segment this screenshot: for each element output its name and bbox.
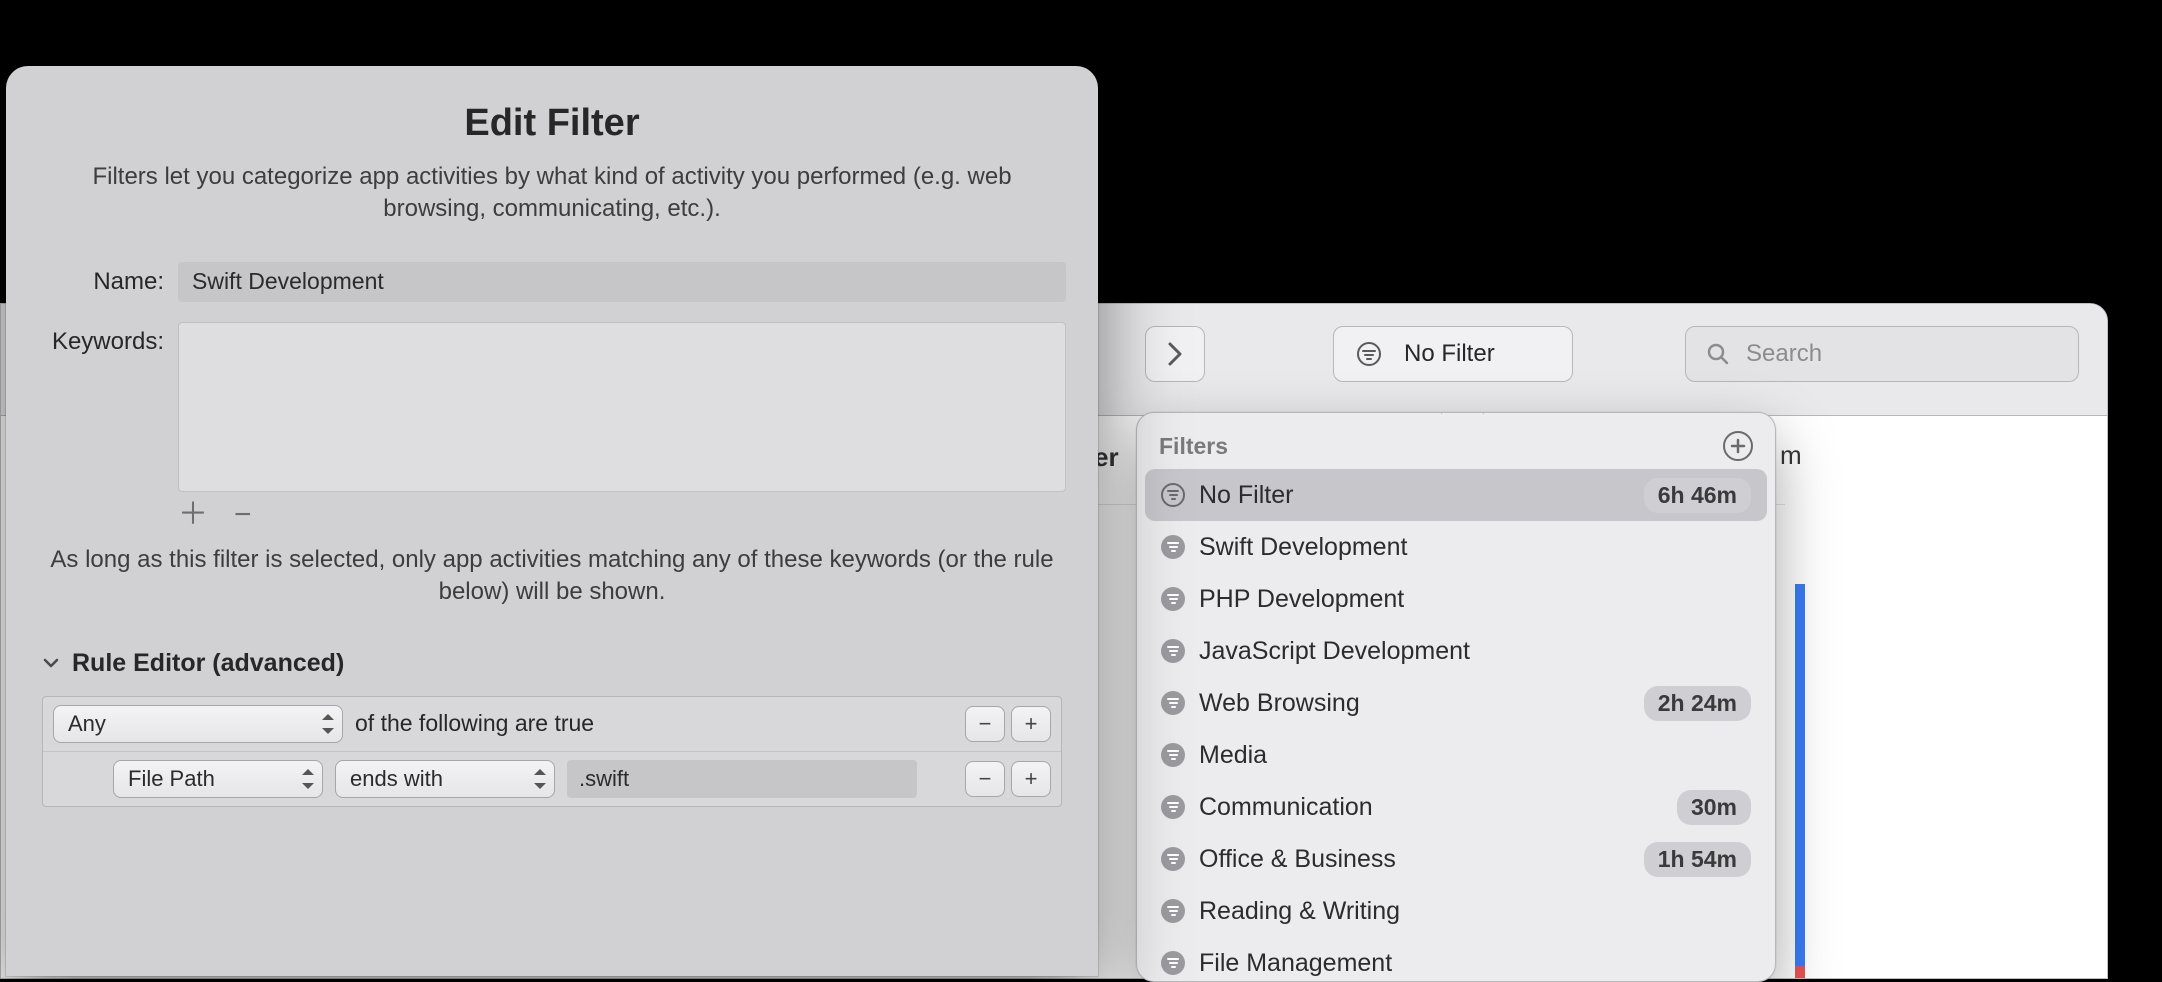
rule-value-text: .swift [579,766,629,792]
filter-row-label: Office & Business [1199,845,1630,874]
search-field[interactable]: Search [1685,326,2079,382]
filter-dropdown-button[interactable]: No Filter [1333,326,1573,382]
rule-scope-value: Any [68,711,106,737]
filter-row-label: Media [1199,741,1751,770]
filter-row-label: File Management [1199,949,1751,978]
rule-scope-select[interactable]: Any [53,705,343,743]
filter-row[interactable]: Web Browsing 2h 24m [1145,677,1767,729]
search-placeholder: Search [1746,340,1822,368]
filter-row[interactable]: PHP Development [1145,573,1767,625]
keyword-remove-button[interactable]: − [234,500,252,530]
rule-child-remove-button[interactable]: − [965,761,1005,797]
sheet-subtitle: Filters let you categorize app activitie… [44,161,1060,226]
filter-row-label: No Filter [1199,481,1630,510]
chevron-down-icon [42,654,60,672]
filter-icon [1161,795,1185,819]
rule-scope-suffix: of the following are true [355,710,594,737]
filter-row-label: Communication [1199,793,1663,822]
filter-row-label: PHP Development [1199,585,1751,614]
filter-icon [1161,639,1185,663]
filter-icon [1161,535,1185,559]
filter-icon [1161,691,1185,715]
filter-row-time: 30m [1677,790,1751,825]
edit-filter-sheet: Edit Filter Filters let you categorize a… [6,66,1098,976]
popover-title: Filters [1159,433,1228,460]
filter-row[interactable]: Swift Development [1145,521,1767,573]
filter-icon [1161,847,1185,871]
category-bar-red [1795,966,1805,979]
filter-icon [1161,951,1185,975]
rule-root-add-button[interactable]: + [1011,706,1051,742]
rule-root-remove-button[interactable]: − [965,706,1005,742]
keywords-helper: As long as this filter is selected, only… [44,544,1060,609]
rule-root-row: Any of the following are true − + [43,697,1061,752]
category-bar-blue [1795,584,1805,979]
filter-row[interactable]: Communication 30m [1145,781,1767,833]
rule-child-row: File Path ends with .swift − + [43,752,1061,806]
name-field-value: Swift Development [192,268,384,295]
filter-icon [1161,587,1185,611]
filter-icon [1161,899,1185,923]
rule-value-field[interactable]: .swift [567,760,917,798]
search-icon [1706,342,1730,366]
nav-forward-button[interactable] [1145,326,1205,382]
keywords-label: Keywords: [38,322,178,356]
filter-row[interactable]: File Management [1145,937,1767,982]
rule-operator-select[interactable]: ends with [335,760,555,798]
filter-dropdown-label: No Filter [1404,340,1495,368]
disclosure-toggle[interactable] [42,654,60,672]
filter-row-time: 6h 46m [1644,478,1751,513]
rule-operator-value: ends with [350,766,443,792]
filter-icon [1161,743,1185,767]
rule-attribute-select[interactable]: File Path [113,760,323,798]
keyword-add-button[interactable]: ＋ [178,500,208,530]
filter-row-time: 2h 24m [1644,686,1751,721]
chevron-right-icon [1166,340,1184,368]
rule-editor: Any of the following are true − + File P… [42,696,1062,807]
name-field[interactable]: Swift Development [178,262,1066,302]
filter-row-label: Reading & Writing [1199,897,1751,926]
filter-row[interactable]: No Filter 6h 46m [1145,469,1767,521]
sheet-title: Edit Filter [6,66,1098,145]
filter-row-time: 1h 54m [1644,842,1751,877]
filter-row-label: Swift Development [1199,533,1751,562]
plus-icon [1730,438,1746,454]
filter-icon [1161,483,1185,507]
edge-letter: m [1780,440,1802,471]
rule-attribute-value: File Path [128,766,215,792]
name-label: Name: [38,262,178,296]
filter-row[interactable]: Media [1145,729,1767,781]
filter-row-label: JavaScript Development [1199,637,1751,666]
rule-editor-header: Rule Editor (advanced) [72,649,344,678]
keywords-box[interactable] [178,322,1066,492]
filter-icon [1356,341,1382,367]
filter-row[interactable]: Office & Business 1h 54m [1145,833,1767,885]
rule-child-add-button[interactable]: + [1011,761,1051,797]
filter-row[interactable]: Reading & Writing [1145,885,1767,937]
filter-row[interactable]: JavaScript Development [1145,625,1767,677]
filter-list: No Filter 6h 46m Swift Development PHP Deve… [1137,469,1775,982]
filters-popover: Filters No Filter 6h 46m Swift Development… [1136,412,1776,982]
filter-row-label: Web Browsing [1199,689,1630,718]
add-filter-button[interactable] [1723,431,1753,461]
